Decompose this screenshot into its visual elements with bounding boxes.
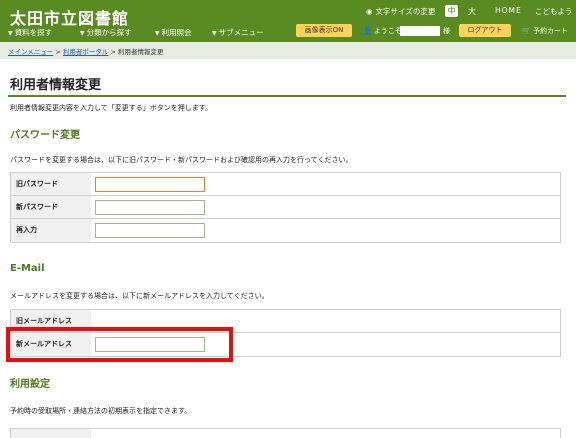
caret-down-icon: ▼: [155, 30, 160, 37]
caret-down-icon: ▼: [212, 30, 217, 37]
new-password-row: 新パスワード: [11, 196, 560, 219]
site-title[interactable]: 太田市立図書館: [10, 5, 129, 29]
cart-icon: 🛒: [522, 27, 531, 35]
password-instructions: パスワードを変更する場合は、以下に旧パスワード・新パスワードおよび確認用の再入力…: [10, 156, 353, 164]
nav-search-materials[interactable]: ▼ 資料を探す: [8, 27, 52, 38]
kids-link[interactable]: こどもよう: [535, 6, 573, 17]
usage-settings-heading: 利用設定: [10, 379, 50, 390]
usage-settings-instructions: 予約時の受取場所・連絡方法の初期表示を指定できます。: [10, 407, 192, 415]
usage-row-label: [11, 429, 91, 438]
font-size-control: ◉ 文字サイズの変更: [366, 6, 435, 17]
new-password-label: 新パスワード: [11, 196, 91, 218]
eye-icon: ◉: [366, 7, 373, 16]
caret-down-icon: ▼: [8, 30, 13, 37]
font-size-label: 文字サイズの変更: [375, 7, 436, 16]
confirm-password-label: 再入力: [11, 219, 91, 242]
image-display-toggle-button[interactable]: 画像表示ON: [296, 24, 352, 37]
welcome-text: 👤 ようこそ: [363, 27, 402, 35]
nav-submenu[interactable]: ▼ サブメニュー: [212, 27, 264, 38]
nav-usage-inquiry[interactable]: ▼ 利用照会: [155, 27, 192, 38]
breadcrumb-main-menu[interactable]: メインメニュー: [8, 48, 53, 56]
new-password-input[interactable]: [95, 200, 205, 215]
old-password-label: 旧パスワード: [11, 173, 91, 195]
home-link[interactable]: HOME: [495, 6, 522, 15]
font-size-large-button[interactable]: 大: [468, 6, 476, 17]
reservation-cart-link[interactable]: 🛒 予約カート: [522, 26, 568, 36]
confirm-password-row: 再入力: [11, 219, 560, 242]
font-size-medium-button[interactable]: 中: [445, 5, 458, 17]
page-title: 利用者情報変更: [10, 78, 102, 93]
usage-settings-form: [10, 428, 561, 438]
breadcrumb: メインメニュー > 利用者ポータル > 利用者情報変更: [8, 48, 164, 56]
username-redacted: [400, 26, 440, 36]
email-instructions: メールアドレスを変更する場合は、以下に新メールアドレスを入力してください。: [10, 292, 269, 300]
nav-search-by-category[interactable]: ▼ 分類から探す: [80, 27, 132, 38]
logout-button[interactable]: ログアウト: [459, 24, 511, 37]
site-header: 太田市立図書館 ◉ 文字サイズの変更 中 大 HOME こどもよう ▼ 資料を探す …: [0, 0, 576, 42]
breadcrumb-current: 利用者情報変更: [118, 48, 164, 56]
highlight-box: [6, 327, 233, 362]
honorific: 様: [443, 27, 450, 35]
breadcrumb-user-portal[interactable]: 利用者ポータル: [63, 48, 109, 56]
caret-down-icon: ▼: [80, 30, 85, 37]
password-heading: パスワード変更: [10, 130, 80, 141]
page-intro: 利用者情報変更内容を入力して「変更する」ボタンを押します。: [10, 104, 213, 112]
user-icon: 👤: [363, 27, 372, 35]
confirm-password-input[interactable]: [95, 223, 205, 238]
email-heading: E-Mail: [10, 263, 45, 274]
title-divider: [8, 95, 566, 97]
usage-row: [11, 429, 560, 438]
password-form: 旧パスワード 新パスワード 再入力: [10, 172, 561, 243]
old-password-input[interactable]: [95, 177, 205, 192]
old-password-row: 旧パスワード: [11, 173, 560, 196]
